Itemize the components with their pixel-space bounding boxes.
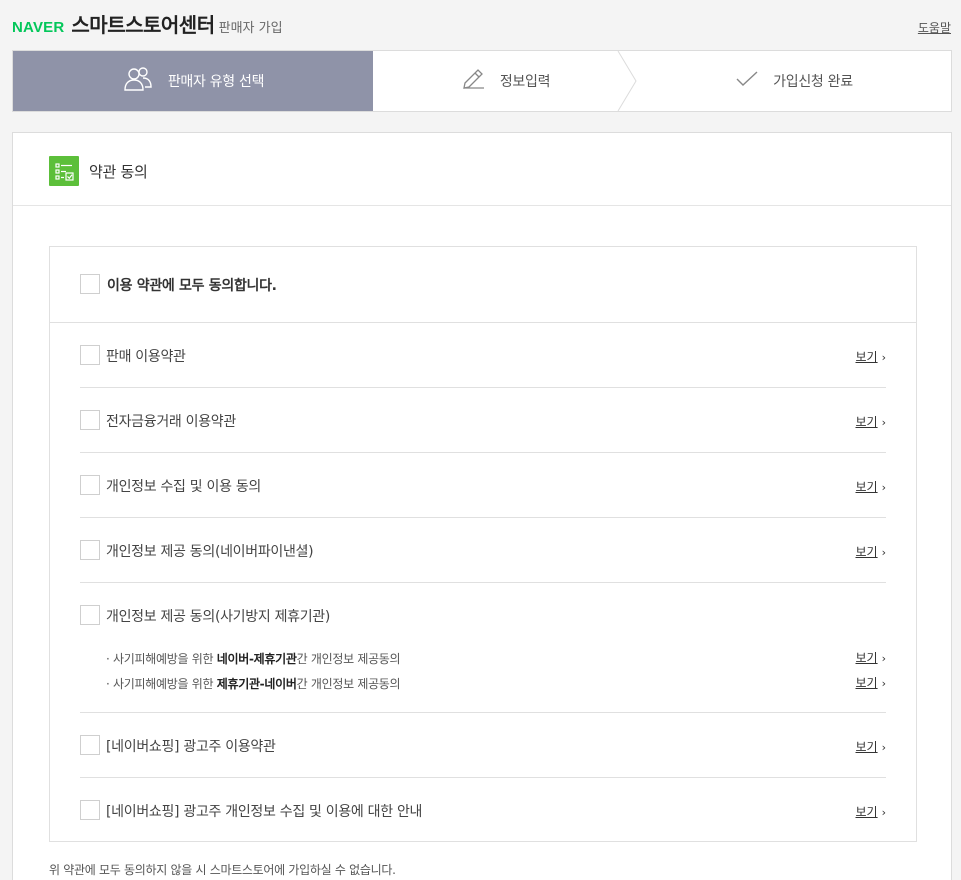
active-step-arrow [353,51,373,111]
term-label[interactable]: 판매 이용약관 [106,346,186,366]
term-row-sales: 판매 이용약관 보기 › [80,323,886,388]
step-complete: 가입신청 완료 [635,51,951,111]
panel-header: 약관 동의 [13,133,951,206]
term-row-privacy-fraud: 개인정보 제공 동의(사기방지 제휴기관) · 사기피해예방을 위한 네이버-제… [80,583,886,713]
view-link[interactable]: 보기 › [856,478,887,495]
term-checkbox[interactable] [80,605,100,625]
view-link[interactable]: 보기 › [856,803,887,820]
term-label[interactable]: 개인정보 제공 동의(네이버파이낸셜) [106,541,314,561]
term-row-ad-terms: [네이버쇼핑] 광고주 이용약관 보기 › [80,713,886,778]
agree-all-checkbox[interactable] [80,274,100,294]
brand: NAVER 스마트스토어센터 판매자 가입 [12,9,283,38]
service-name[interactable]: 스마트스토어센터 [71,9,215,38]
chevron-right-icon: › [881,546,886,559]
chevron-right-icon: › [881,806,886,819]
term-label[interactable]: [네이버쇼핑] 광고주 개인정보 수집 및 이용에 대한 안내 [106,801,422,821]
view-link[interactable]: 보기 › [856,738,887,755]
terms-box: 이용 약관에 모두 동의합니다. 판매 이용약관 보기 › 전자금융거래 이용약관… [49,246,917,842]
term-row-efinance: 전자금융거래 이용약관 보기 › [80,388,886,453]
terms-footnote: 위 약관에 모두 동의하지 않을 시 스마트스토어에 가입하실 수 없습니다. [49,863,396,877]
chevron-right-icon: › [881,416,886,429]
terms-list-icon [49,156,79,186]
step-label: 가입신청 완료 [773,74,853,90]
term-label[interactable]: [네이버쇼핑] 광고주 이용약관 [106,736,276,756]
term-row-privacy-financial: 개인정보 제공 동의(네이버파이낸셜) 보기 › [80,518,886,583]
chevron-right-icon: › [881,741,886,754]
term-row-privacy-collect: 개인정보 수집 및 이용 동의 보기 › [80,453,886,518]
step-label: 정보입력 [499,74,551,90]
step-info-input: 정보입력 [375,51,635,111]
term-checkbox[interactable] [80,540,100,560]
help-link[interactable]: 도움말 [918,19,951,36]
terms-panel: 약관 동의 이용 약관에 모두 동의합니다. 판매 이용약관 보기 › 전자금융거… [12,132,952,880]
step-seller-type: 판매자 유형 선택 [13,51,373,111]
term-checkbox[interactable] [80,735,100,755]
naver-logo[interactable]: NAVER [12,19,64,36]
page-subtitle: 판매자 가입 [218,21,283,36]
check-icon [735,69,759,93]
chevron-right-icon: › [881,351,886,364]
term-checkbox[interactable] [80,800,100,820]
view-link[interactable]: 보기 › [856,348,887,365]
fraud-subitem: · 사기피해예방을 위한 제휴기관-네이버간 개인정보 제공동의 [106,677,401,691]
chevron-right-icon: › [881,677,886,690]
term-checkbox[interactable] [80,410,100,430]
term-label[interactable]: 전자금융거래 이용약관 [106,411,236,431]
panel-title: 약관 동의 [89,163,148,181]
term-label[interactable]: 개인정보 제공 동의(사기방지 제휴기관) [106,606,330,626]
view-link[interactable]: 보기 › [856,413,887,430]
header: NAVER 스마트스토어센터 판매자 가입 도움말 [0,0,961,48]
fraud-subitem: · 사기피해예방을 위한 네이버-제휴기관간 개인정보 제공동의 [106,652,401,666]
term-checkbox[interactable] [80,345,100,365]
pencil-icon [460,66,486,96]
view-link[interactable]: 보기 › [856,543,887,560]
signup-stepper: 판매자 유형 선택 정보입력 가입신청 완료 [12,50,952,112]
view-link[interactable]: 보기 › [856,674,887,691]
chevron-right-icon: › [881,652,886,665]
term-label[interactable]: 개인정보 수집 및 이용 동의 [106,476,261,496]
agree-all-row: 이용 약관에 모두 동의합니다. [50,247,916,323]
term-row-ad-privacy: [네이버쇼핑] 광고주 개인정보 수집 및 이용에 대한 안내 보기 › [80,778,886,842]
chevron-right-icon: › [881,481,886,494]
term-checkbox[interactable] [80,475,100,495]
agree-all-label[interactable]: 이용 약관에 모두 동의합니다. [107,275,277,295]
step-label: 판매자 유형 선택 [167,74,265,90]
view-link[interactable]: 보기 › [856,649,887,666]
users-icon [122,66,154,96]
